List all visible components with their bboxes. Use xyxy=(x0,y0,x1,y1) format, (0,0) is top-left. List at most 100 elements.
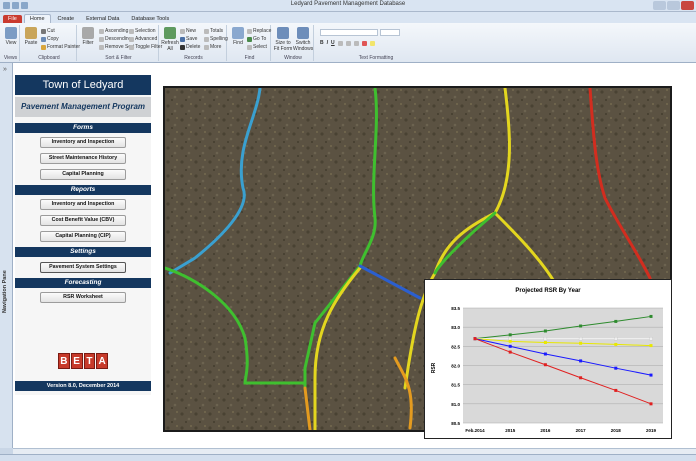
street-maintenance-history-button[interactable]: Street Maintenance History xyxy=(40,153,126,164)
x-tick-label: 2018 xyxy=(611,428,622,433)
delete-record-button[interactable]: Delete xyxy=(180,44,200,50)
more-button[interactable]: More xyxy=(204,44,221,50)
bold-icon[interactable]: B xyxy=(320,40,324,46)
windows-icon xyxy=(297,27,309,39)
italic-icon[interactable]: I xyxy=(327,40,328,46)
series-point xyxy=(579,376,583,380)
switch-windows-label: Switch Windows xyxy=(293,40,314,52)
y-tick-label: 81.5 xyxy=(451,383,460,388)
switch-windows-button[interactable]: Switch Windows xyxy=(293,27,313,52)
chevron-right-icon[interactable]: » xyxy=(3,66,7,73)
copy-button[interactable]: Copy xyxy=(41,36,59,42)
series-point xyxy=(649,402,653,406)
text-formatting-group-label: Text Formatting xyxy=(358,55,394,61)
beta-letter: B xyxy=(58,353,70,369)
series-point xyxy=(508,333,512,337)
y-tick-label: 80.5 xyxy=(451,421,460,426)
goto-button[interactable]: Go To xyxy=(247,36,266,42)
scissors-icon xyxy=(41,28,46,34)
tab-external-data[interactable]: External Data xyxy=(81,15,124,23)
tab-home[interactable]: Home xyxy=(23,14,51,23)
replace-icon xyxy=(247,28,252,34)
window-group-label: Window xyxy=(284,55,302,61)
y-tick-label: 82.5 xyxy=(451,344,460,349)
save-record-button[interactable]: Save xyxy=(180,36,197,42)
reports-header: Reports xyxy=(15,185,151,195)
select-button[interactable]: Select xyxy=(247,44,267,50)
new-record-button[interactable]: New xyxy=(180,28,196,34)
beta-logo: BETA xyxy=(58,353,108,369)
y-tick-label: 81.0 xyxy=(451,402,460,407)
y-tick-label: 83.5 xyxy=(451,306,460,311)
cost-benefit-value-button[interactable]: Cost Benefit Value (CBV) xyxy=(40,215,126,226)
town-banner: Town of Ledyard xyxy=(15,75,151,95)
align-left-icon[interactable] xyxy=(337,40,343,46)
ascending-label: Ascending xyxy=(105,28,129,34)
ascending-button[interactable]: Ascending xyxy=(99,28,128,34)
records-group: Refresh All New Save Delete Totals Spell… xyxy=(161,25,228,61)
underline-icon[interactable]: U xyxy=(331,40,335,46)
refresh-label: Refresh All xyxy=(161,40,179,52)
size-to-fit-button[interactable]: Size to Fit Form xyxy=(273,27,293,52)
font-color-icon[interactable] xyxy=(361,40,367,46)
view-button[interactable]: View xyxy=(2,27,20,46)
minimize-button[interactable] xyxy=(653,1,666,10)
tab-file[interactable]: File xyxy=(3,15,22,23)
paste-button[interactable]: Paste xyxy=(22,27,40,46)
advanced-button[interactable]: Advanced xyxy=(129,36,157,42)
find-button[interactable]: Find xyxy=(229,27,247,46)
pavement-system-settings-button[interactable]: Pavement System Settings xyxy=(40,262,126,273)
x-tick-label: 2019 xyxy=(646,428,657,433)
totals-button[interactable]: Totals xyxy=(204,28,223,34)
spelling-button[interactable]: Spelling xyxy=(204,36,228,42)
font-size-box[interactable] xyxy=(380,29,400,36)
cut-button[interactable]: Cut xyxy=(41,28,55,34)
rsr-worksheet-button[interactable]: RSR Worksheet xyxy=(40,292,126,303)
text-formatting-group: BIU Text Formatting xyxy=(316,25,436,61)
toggle-filter-button[interactable]: Toggle Filter xyxy=(129,44,162,50)
status-bar xyxy=(0,454,696,461)
navigation-pane[interactable]: » Navigation Pane xyxy=(0,63,13,448)
capital-planning-form-button[interactable]: Capital Planning xyxy=(40,169,126,180)
y-tick-label: 82.0 xyxy=(451,364,460,369)
maximize-button[interactable] xyxy=(667,1,680,10)
series-point xyxy=(578,337,583,341)
spelling-icon xyxy=(204,36,209,42)
descending-button[interactable]: Descending xyxy=(99,36,131,42)
align-center-icon[interactable] xyxy=(345,40,351,46)
series-point xyxy=(649,373,653,377)
new-record-icon xyxy=(180,28,185,34)
highlight-icon[interactable] xyxy=(369,40,375,46)
format-painter-button[interactable]: Format Painter xyxy=(41,44,80,50)
series-point xyxy=(649,314,653,318)
align-right-icon[interactable] xyxy=(353,40,359,46)
beta-letter: A xyxy=(96,353,108,369)
close-button[interactable] xyxy=(681,1,694,10)
forecasting-header: Forecasting xyxy=(15,278,151,288)
series-point xyxy=(508,350,512,354)
inventory-inspection-form-button[interactable]: Inventory and Inspection xyxy=(40,137,126,148)
series-point xyxy=(579,324,583,328)
resize-icon xyxy=(277,27,289,39)
filter-button[interactable]: Filter xyxy=(79,27,97,46)
format-buttons[interactable]: BIU xyxy=(320,40,375,46)
selection-button[interactable]: Selection xyxy=(129,28,156,34)
series-point xyxy=(508,339,512,343)
clipboard-group: Paste Cut Copy Format Painter Clipboard xyxy=(22,25,80,61)
series-point xyxy=(649,344,653,348)
ribbon: View Views Paste Cut Copy Format Painter… xyxy=(0,23,696,63)
selection-label: Selection xyxy=(135,28,156,34)
sort-descending-icon xyxy=(99,36,104,42)
more-label: More xyxy=(210,44,222,50)
inventory-inspection-report-button[interactable]: Inventory and Inspection xyxy=(40,199,126,210)
tab-database-tools[interactable]: Database Tools xyxy=(126,15,174,23)
series-point xyxy=(614,388,618,392)
tab-create[interactable]: Create xyxy=(53,15,80,23)
beta-letter: T xyxy=(83,353,96,369)
x-tick-label: 2016 xyxy=(540,428,551,433)
refresh-all-button[interactable]: Refresh All xyxy=(161,27,179,52)
font-name-box[interactable] xyxy=(320,29,378,36)
save-label: Save xyxy=(186,36,198,42)
capital-planning-report-button[interactable]: Capital Planning (CIP) xyxy=(40,231,126,242)
replace-button[interactable]: Replace xyxy=(247,28,271,34)
